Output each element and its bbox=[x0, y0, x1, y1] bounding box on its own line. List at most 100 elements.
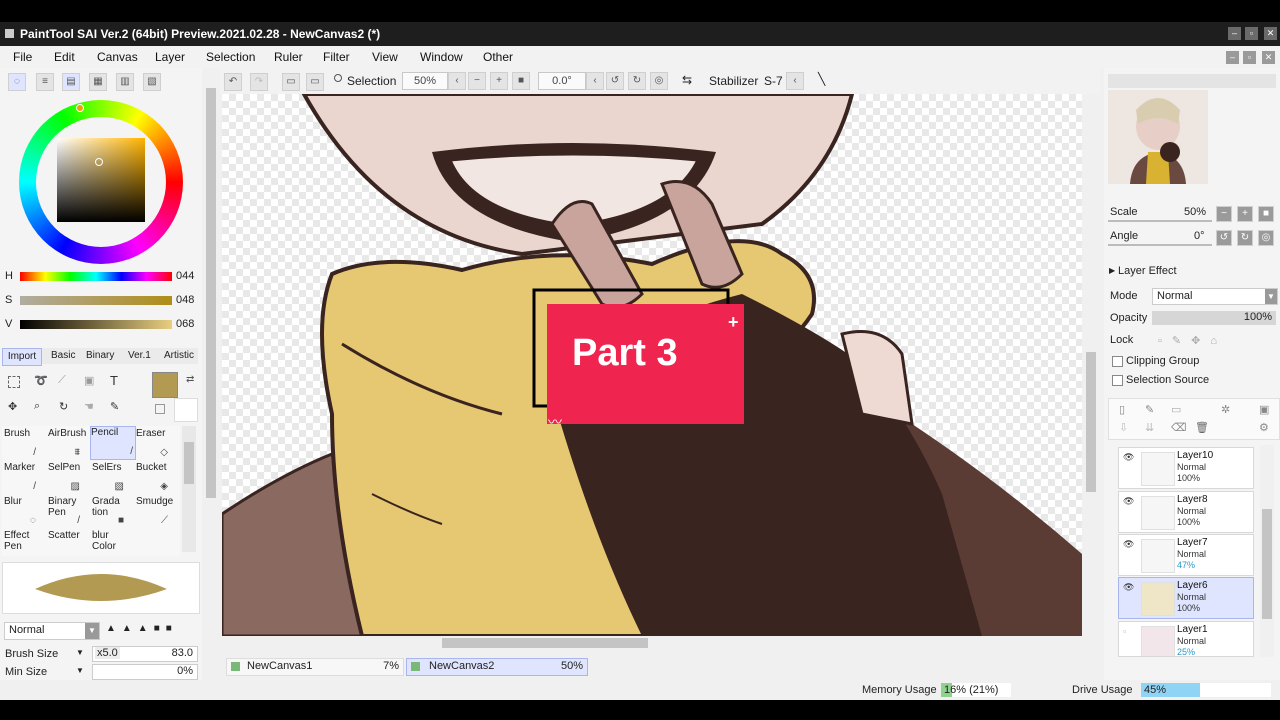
tab-ver1[interactable]: Ver.1 bbox=[128, 350, 151, 361]
tool-scatter[interactable]: Scatter bbox=[48, 530, 82, 552]
canvas-tab-1[interactable]: NewCanvas1 7% bbox=[226, 658, 404, 676]
sv-marker[interactable] bbox=[95, 158, 103, 166]
value-value[interactable]: 068 bbox=[176, 318, 194, 330]
menu-other[interactable]: Other bbox=[483, 50, 513, 64]
menu-window[interactable]: Window bbox=[420, 50, 463, 64]
hue-marker[interactable] bbox=[76, 104, 84, 112]
new-folder-icon[interactable]: ▭ bbox=[1171, 403, 1181, 416]
tool-eraser[interactable]: Eraser ◇ bbox=[136, 428, 170, 460]
selection-label[interactable]: Selection bbox=[347, 74, 396, 88]
menu-ruler[interactable]: Ruler bbox=[274, 50, 303, 64]
layer-row[interactable]: 👁 Layer8 Normal 100% bbox=[1118, 491, 1254, 533]
rotate-icon[interactable]: ↻ bbox=[59, 400, 68, 413]
tool-effect-pen[interactable]: Effect Pen bbox=[4, 530, 38, 552]
tool-blur-color[interactable]: blur Color bbox=[92, 530, 126, 552]
tool-brush[interactable]: Brush / bbox=[4, 428, 38, 460]
tools-scrollbar[interactable] bbox=[182, 426, 196, 552]
angle-cw-icon[interactable]: ↻ bbox=[1237, 230, 1253, 246]
swap-colors-icon[interactable]: ⇄ bbox=[186, 374, 194, 385]
move-icon[interactable]: ✥ bbox=[8, 400, 17, 413]
min-size-slider[interactable]: 0% bbox=[92, 664, 198, 680]
hue-value[interactable]: 044 bbox=[176, 270, 194, 282]
angle-reset-icon[interactable]: ◎ bbox=[1258, 230, 1274, 246]
delete-layer-icon[interactable]: 🗑 bbox=[1195, 421, 1209, 434]
stabilizer-dropdown-icon[interactable]: ‹ bbox=[786, 72, 804, 90]
zoom-out-icon[interactable]: − bbox=[468, 72, 486, 90]
visibility-eye-icon[interactable]: 👁 bbox=[1123, 582, 1134, 593]
visibility-eye-icon[interactable]: ▫ bbox=[1123, 626, 1126, 636]
canvas-viewport[interactable]: Part 3 〰 + bbox=[222, 94, 1082, 636]
tool-gradation[interactable]: Grada tion ■ bbox=[92, 496, 126, 528]
visibility-eye-icon[interactable]: 👁 bbox=[1123, 539, 1134, 550]
layer-settings-icon[interactable]: ⚙ bbox=[1259, 421, 1269, 434]
angle-value[interactable]: 0° bbox=[1194, 230, 1205, 242]
pen-pressure-icon[interactable]: ╲ bbox=[818, 72, 825, 86]
swatches-mode-icon[interactable]: ▦ bbox=[89, 73, 107, 91]
brush-size-slider[interactable]: x5.0 83.0 bbox=[92, 646, 198, 662]
menu-canvas[interactable]: Canvas bbox=[97, 50, 138, 64]
tool-airbrush[interactable]: AirBrush ⩩ bbox=[48, 428, 86, 460]
canvas-vscroll-thumb[interactable] bbox=[1086, 352, 1096, 492]
rgb-slider-mode-icon[interactable]: ≡ bbox=[36, 73, 54, 91]
secondary-color-swatch[interactable] bbox=[174, 398, 198, 422]
value-slider[interactable] bbox=[20, 320, 172, 329]
magic-wand-icon[interactable]: ⟋ bbox=[58, 374, 66, 387]
rotate-ccw-icon[interactable]: ↺ bbox=[606, 72, 624, 90]
scale-slider[interactable] bbox=[1108, 220, 1212, 222]
text-tool-icon[interactable]: T bbox=[110, 373, 118, 388]
layer-move-icon[interactable]: ▣ bbox=[84, 374, 94, 387]
rotate-cw-icon[interactable]: ↻ bbox=[628, 72, 646, 90]
canvas-hscroll-thumb[interactable] bbox=[442, 638, 648, 648]
selection-toggle[interactable] bbox=[334, 74, 342, 82]
transfer-down-icon[interactable]: ⇩ bbox=[1119, 421, 1128, 434]
tool-binary-pen[interactable]: Binary Pen / bbox=[48, 496, 82, 528]
blend-mode-select[interactable]: Normal ▼ bbox=[4, 622, 100, 640]
scale-value[interactable]: 50% bbox=[1184, 206, 1206, 218]
hsv-slider-mode-icon[interactable]: ▤ bbox=[62, 73, 80, 91]
layer-mode-select[interactable]: Normal ▼ bbox=[1152, 288, 1278, 305]
chevron-down-icon[interactable]: ▼ bbox=[76, 666, 84, 675]
zoom-in-icon[interactable]: + bbox=[490, 72, 508, 90]
rotation-field[interactable]: 0.0° bbox=[538, 72, 586, 90]
opacity-slider[interactable]: 100% bbox=[1152, 311, 1276, 325]
clipping-checkbox[interactable] bbox=[1112, 356, 1123, 367]
merge-down-icon[interactable]: ⇊ bbox=[1145, 421, 1154, 434]
layer-row[interactable]: 👁 Layer10 Normal 100% bbox=[1118, 447, 1254, 489]
tool-selers[interactable]: SelErs ▧ bbox=[92, 462, 126, 494]
visibility-eye-icon[interactable]: 👁 bbox=[1123, 496, 1134, 507]
layer-list-scrollbar[interactable] bbox=[1260, 445, 1274, 657]
layer-effects-icon[interactable]: ✲ bbox=[1221, 403, 1230, 416]
color-wheel-mode-icon[interactable]: ◌ bbox=[8, 73, 26, 91]
lasso-icon[interactable]: ➰ bbox=[34, 374, 48, 387]
deselect-icon[interactable]: ▭ bbox=[282, 73, 300, 91]
menu-filter[interactable]: Filter bbox=[323, 50, 350, 64]
tool-selpen[interactable]: SelPen ▨ bbox=[48, 462, 82, 494]
undo-icon[interactable]: ↶ bbox=[224, 73, 242, 91]
zoom-icon[interactable]: ⌕ bbox=[34, 400, 40, 413]
clipping-label[interactable]: Clipping Group bbox=[1126, 355, 1199, 367]
selection-source-label[interactable]: Selection Source bbox=[1126, 374, 1209, 386]
scratchpad-mode-icon[interactable]: ▥ bbox=[116, 73, 134, 91]
tool-pencil[interactable]: Pencil / bbox=[90, 426, 136, 460]
visibility-eye-icon[interactable]: 👁 bbox=[1123, 452, 1134, 463]
menu-selection[interactable]: Selection bbox=[206, 50, 255, 64]
canvas-tab-2[interactable]: NewCanvas2 50% bbox=[406, 658, 588, 676]
tab-basic[interactable]: Basic bbox=[51, 350, 75, 361]
scale-in-icon[interactable]: + bbox=[1237, 206, 1253, 222]
layer-effect-label[interactable]: Layer Effect bbox=[1118, 265, 1177, 277]
expand-arrow-icon[interactable]: ▶ bbox=[1109, 266, 1115, 275]
close-button[interactable]: ✕ bbox=[1264, 27, 1277, 40]
left-panel-scroll-thumb[interactable] bbox=[206, 88, 216, 498]
zoom-field[interactable]: 50% bbox=[402, 72, 448, 90]
menu-edit[interactable]: Edit bbox=[54, 50, 75, 64]
zoom-reset-icon[interactable]: ■ bbox=[512, 72, 530, 90]
new-layer-icon[interactable]: ▯ bbox=[1119, 403, 1125, 416]
menu-view[interactable]: View bbox=[372, 50, 398, 64]
clear-layer-icon[interactable]: ⌫ bbox=[1171, 421, 1187, 434]
rotate-reset-icon[interactable]: ◎ bbox=[650, 72, 668, 90]
flip-horizontal-icon[interactable]: ⇆ bbox=[682, 73, 692, 87]
eyedropper-icon[interactable]: ✎ bbox=[110, 400, 119, 413]
transparent-color-icon[interactable] bbox=[155, 404, 165, 414]
scale-reset-icon[interactable]: ■ bbox=[1258, 206, 1274, 222]
minimize-button[interactable]: – bbox=[1228, 27, 1241, 40]
